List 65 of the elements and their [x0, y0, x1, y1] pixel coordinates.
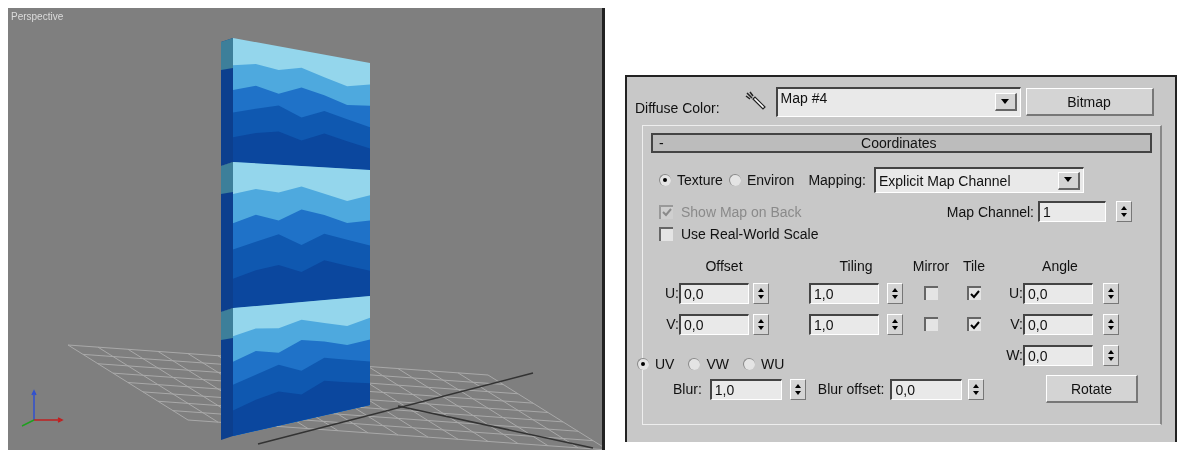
caret-icon	[1063, 177, 1074, 183]
field-label: Mapping:	[808, 172, 866, 188]
axis-gizmo-icon	[21, 389, 64, 427]
axis-label: V:	[666, 316, 679, 332]
collapse-toggle[interactable]: -	[659, 135, 664, 151]
column-header: Offset	[705, 258, 743, 274]
radio-button[interactable]	[743, 358, 755, 370]
viewport-label: Perspective	[11, 11, 64, 22]
checkbox[interactable]	[659, 227, 673, 241]
radio-button[interactable]	[659, 174, 671, 186]
rollout-header[interactable]: - Coordinates	[651, 133, 1152, 153]
field-label: Diffuse Color:	[635, 100, 720, 116]
radio-label: VW	[706, 356, 729, 372]
offset-field[interactable]: 0,0	[679, 313, 749, 335]
spinner-button[interactable]	[887, 282, 903, 304]
spinner-button[interactable]	[753, 313, 769, 335]
rollout-title: Coordinates	[860, 135, 938, 151]
offset-field[interactable]: 0,0	[679, 282, 749, 304]
dropdown-button[interactable]	[994, 93, 1017, 111]
field-label: Blur:	[673, 381, 702, 397]
radio-label: Texture	[677, 172, 723, 188]
bitmap-button[interactable]: Bitmap	[1025, 88, 1154, 116]
column-header: Tiling	[839, 258, 873, 274]
radio-label: WU	[761, 356, 785, 372]
spinner-button[interactable]	[968, 378, 985, 400]
checkbox-label: Use Real-World Scale	[681, 226, 819, 242]
field-label: Blur offset:	[817, 381, 885, 397]
mapping-dropdown[interactable]: Explicit Map Channel	[874, 167, 1084, 193]
spinner-button[interactable]	[1116, 201, 1132, 222]
spinner-button[interactable]	[1103, 282, 1119, 304]
field-label: Map Channel:	[946, 203, 1034, 220]
axis-label: V:	[1010, 316, 1023, 332]
angle-field[interactable]: 0,0	[1023, 344, 1093, 366]
angle-field[interactable]: 0,0	[1023, 313, 1093, 335]
radio-button[interactable]	[688, 358, 701, 370]
tiling-field[interactable]: 1,0	[809, 282, 879, 304]
spinner-button[interactable]	[1103, 344, 1119, 366]
radio-button[interactable]	[728, 174, 741, 186]
column-header: Mirror	[912, 258, 950, 274]
blur-offset-field[interactable]: 0,0	[890, 378, 963, 400]
checkbox[interactable]	[924, 317, 938, 331]
checkbox[interactable]	[924, 286, 938, 300]
checkbox[interactable]	[967, 286, 981, 300]
checkbox[interactable]	[967, 317, 981, 331]
tiling-field[interactable]: 1,0	[809, 313, 879, 335]
axis-label: W:	[1006, 347, 1023, 363]
map-channel-field[interactable]: 1	[1038, 201, 1106, 222]
spinner-button[interactable]	[753, 282, 769, 304]
spinner-button[interactable]	[887, 313, 903, 335]
checkbox-label: Show Map on Back	[681, 203, 802, 220]
angle-field[interactable]: 0,0	[1023, 282, 1093, 304]
radio-button[interactable]	[637, 358, 649, 370]
axis-label: U:	[665, 285, 679, 301]
radio-label: UV	[655, 356, 675, 372]
blur-field[interactable]: 1,0	[709, 378, 782, 400]
dropdown-button[interactable]	[1058, 171, 1080, 190]
radio-label: Environ	[746, 172, 795, 188]
column-header: Angle	[1042, 258, 1078, 274]
rotate-button[interactable]: Rotate	[1046, 375, 1138, 403]
spinner-button[interactable]	[789, 378, 806, 400]
column-header: Tile	[962, 258, 985, 274]
spinner-button[interactable]	[1103, 313, 1119, 335]
axis-label: U:	[1009, 285, 1023, 301]
map-dropdown[interactable]: Map #4	[775, 87, 1021, 117]
caret-icon	[1000, 98, 1011, 105]
